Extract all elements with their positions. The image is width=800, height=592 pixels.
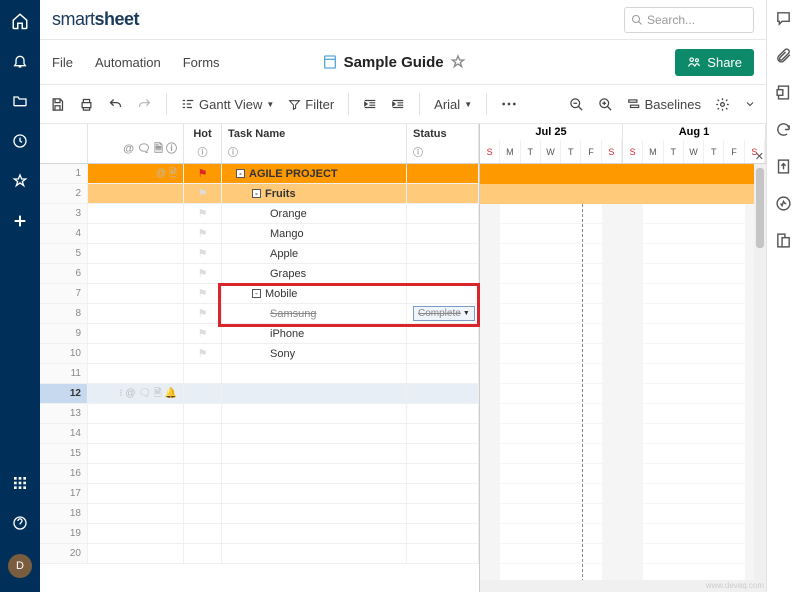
chevron-down-icon[interactable] [744,98,756,110]
table-row[interactable]: 6⚑Grapes [40,264,479,284]
view-switcher[interactable]: Gantt View ▼ [181,97,274,112]
sheet-icon [322,53,338,71]
table-row[interactable]: 16 [40,464,479,484]
toolbar: Gantt View ▼ Filter Arial ▼ Baselines [40,84,766,124]
update-requests-icon[interactable] [775,121,792,138]
people-icon [687,55,701,69]
timeline-day: M [500,140,520,163]
grid-header: @ 🗨 🗎 ⓘ Hotⓘ Task Nameⓘ Statusⓘ [40,124,479,164]
table-row[interactable]: 3⚑Orange [40,204,479,224]
publish-icon[interactable] [775,158,792,175]
redo-icon[interactable] [137,97,152,112]
baselines-button[interactable]: Baselines [627,97,701,112]
main-area: smartsheet Search... File Automation For… [40,0,766,592]
recents-icon[interactable] [11,132,29,150]
header-hot[interactable]: Hotⓘ [184,124,222,163]
timeline-day: T [704,140,724,163]
header-status[interactable]: Statusⓘ [407,124,479,163]
table-row[interactable]: 13 [40,404,479,424]
indent-icon[interactable] [391,97,405,111]
menu-forms[interactable]: Forms [183,55,220,70]
attachments-icon[interactable] [775,47,792,64]
favorites-icon[interactable] [11,172,29,190]
menu-file[interactable]: File [52,55,73,70]
gantt-panel: Jul 25 SMTWTFS Aug 1 SMTWTFS ✕ [480,124,766,592]
table-row[interactable]: 15 [40,444,479,464]
notifications-icon[interactable] [11,52,29,70]
share-button[interactable]: Share [675,49,754,76]
table-row[interactable]: 11 [40,364,479,384]
timeline-day: W [684,140,704,163]
search-placeholder: Search... [647,13,695,27]
table-row[interactable]: 9⚑iPhone [40,324,479,344]
timeline-day: M [643,140,663,163]
brand-logo: smartsheet [52,9,139,30]
comments-icon[interactable] [775,10,792,27]
settings-icon[interactable] [715,97,730,112]
header-task[interactable]: Task Nameⓘ [222,124,407,163]
watermark: www.devaq.com [706,581,764,590]
timeline-day: F [581,140,601,163]
close-icon[interactable]: ✕ [755,150,764,163]
right-panel-bar [766,0,800,592]
timeline-day: F [724,140,744,163]
table-row[interactable]: 8⚑SamsungComplete▼ [40,304,479,324]
gantt-body[interactable] [480,164,766,592]
table-row[interactable]: 14 [40,424,479,444]
avatar[interactable]: D [8,554,32,578]
table-row[interactable]: 17 [40,484,479,504]
table-row[interactable]: 12⁝ @ 🗨 🗎 🔔 [40,384,479,404]
header-icon-cell: @ 🗨 🗎 ⓘ [88,124,184,163]
table-row[interactable]: 7⚑-Mobile [40,284,479,304]
menu-automation[interactable]: Automation [95,55,161,70]
status-dropdown[interactable]: Complete▼ [413,306,475,321]
outdent-icon[interactable] [363,97,377,111]
menu-bar: File Automation Forms Sample Guide Share [40,40,766,84]
timeline-week-label: Jul 25 [480,124,622,140]
zoom-in-icon[interactable] [598,97,613,112]
add-icon[interactable] [11,212,29,230]
timeline-day: S [602,140,622,163]
timeline-day: T [561,140,581,163]
table-row[interactable]: 19 [40,524,479,544]
zoom-out-icon[interactable] [569,97,584,112]
timeline-day: W [541,140,561,163]
folder-icon[interactable] [11,92,29,110]
timeline-day: S [623,140,643,163]
top-bar: smartsheet Search... [40,0,766,40]
star-icon[interactable] [450,54,466,70]
left-app-bar: D [0,0,40,592]
home-icon[interactable] [11,12,29,30]
search-icon [631,14,643,26]
table-row[interactable]: 20 [40,544,479,564]
table-row[interactable]: 1@ 🗎⚑-AGILE PROJECT [40,164,479,184]
activity-icon[interactable] [775,195,792,212]
table-row[interactable]: 10⚑Sony [40,344,479,364]
help-icon[interactable] [11,514,29,532]
grid-panel: @ 🗨 🗎 ⓘ Hotⓘ Task Nameⓘ Statusⓘ 1@ 🗎⚑-AG… [40,124,480,592]
table-row[interactable]: 2⚑-Fruits [40,184,479,204]
font-selector[interactable]: Arial ▼ [434,97,472,112]
timeline-day: T [664,140,684,163]
vertical-scrollbar[interactable] [754,164,766,592]
print-icon[interactable] [79,97,94,112]
search-input[interactable]: Search... [624,7,754,33]
summary-icon[interactable] [775,232,792,249]
more-icon[interactable] [501,102,517,106]
timeline-week-label: Aug 1 [623,124,765,140]
filter-button[interactable]: Filter [288,97,334,112]
table-row[interactable]: 18 [40,504,479,524]
timeline-day: T [521,140,541,163]
table-row[interactable]: 5⚑Apple [40,244,479,264]
timeline-day: S [480,140,500,163]
grid-body[interactable]: 1@ 🗎⚑-AGILE PROJECT2⚑-Fruits3⚑Orange4⚑Ma… [40,164,479,592]
undo-icon[interactable] [108,97,123,112]
gantt-header: Jul 25 SMTWTFS Aug 1 SMTWTFS [480,124,766,164]
table-row[interactable]: 4⚑Mango [40,224,479,244]
apps-icon[interactable] [11,474,29,492]
proofs-icon[interactable] [775,84,792,101]
save-icon[interactable] [50,97,65,112]
document-title: Sample Guide [322,53,466,71]
content-area: @ 🗨 🗎 ⓘ Hotⓘ Task Nameⓘ Statusⓘ 1@ 🗎⚑-AG… [40,124,766,592]
